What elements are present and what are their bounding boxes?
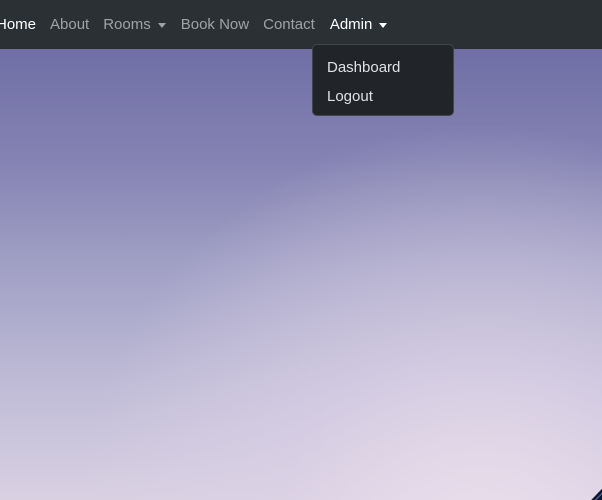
dropdown-item-dashboard[interactable]: Dashboard — [313, 53, 453, 82]
caret-down-icon — [379, 23, 388, 28]
nav-admin-dropdown-toggle[interactable]: Admin — [330, 0, 388, 49]
nav-home-label: Home — [0, 16, 37, 33]
nav-rooms-label: Rooms — [103, 16, 151, 33]
hero-background-image — [0, 49, 602, 500]
nav-contact-label: Contact — [263, 16, 315, 33]
nav-book-now-label: Book Now — [180, 16, 250, 33]
nav-book-now-link[interactable]: Book Now — [181, 0, 249, 49]
nav-about-label: About — [50, 16, 90, 33]
caret-down-icon — [157, 23, 166, 28]
dropdown-item-logout[interactable]: Logout — [313, 82, 453, 111]
top-navbar: Home About Rooms Book Now Contact Admin — [0, 0, 602, 49]
nav-admin-label: Admin — [329, 16, 373, 33]
admin-dropdown-menu: Dashboard Logout — [312, 44, 454, 116]
hero-object-corner — [591, 488, 602, 500]
nav-contact-link[interactable]: Contact — [263, 0, 315, 49]
nav-rooms-dropdown-toggle[interactable]: Rooms — [103, 0, 166, 49]
nav-home-link[interactable]: Home — [0, 0, 36, 49]
nav-list: Home About Rooms Book Now Contact Admin — [0, 0, 388, 49]
nav-about-link[interactable]: About — [50, 0, 89, 49]
